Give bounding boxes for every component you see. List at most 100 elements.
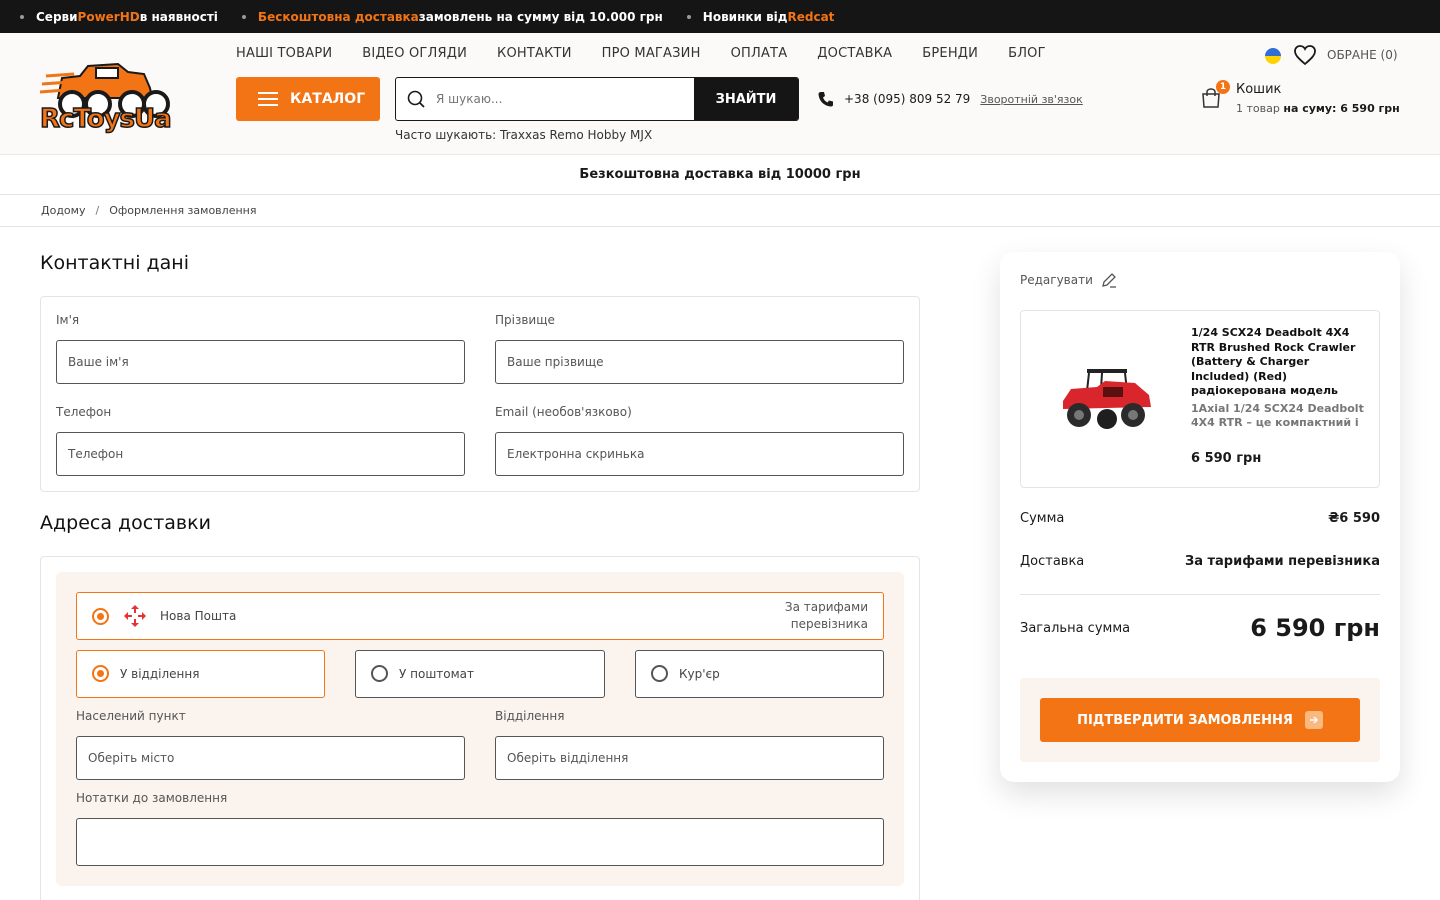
confirm-order-label: ПІДТВЕРДИТИ ЗАМОВЛЕННЯ: [1077, 712, 1293, 728]
brand-link[interactable]: Redcat: [788, 10, 835, 24]
nav-about[interactable]: ПРО МАГАЗИН: [602, 46, 701, 61]
first-name-input[interactable]: Ваше ім'я: [56, 340, 465, 384]
nav-delivery[interactable]: ДОСТАВКА: [817, 46, 892, 61]
site-logo[interactable]: RcToysUa: [39, 58, 182, 135]
option-courier[interactable]: Кур'єр: [635, 650, 884, 698]
cart-widget[interactable]: 1 Кошик 1 товар на суму: 6 590 грн: [1200, 80, 1400, 123]
main-nav: НАШІ ТОВАРИ ВІДЕО ОГЛЯДИ КОНТАКТИ ПРО МА…: [236, 46, 1076, 61]
phone-icon: [818, 92, 833, 107]
carrier-nova-poshta[interactable]: Нова Пошта За тарифами перевізника: [76, 592, 884, 640]
favorites-label: ОБРАНЕ (0): [1327, 48, 1398, 62]
branch-select[interactable]: Оберіть відділення: [495, 736, 884, 780]
announcement-free-delivery: Бескоштовна доставка замовлень на сумму …: [241, 9, 663, 24]
notes-label: Нотатки до замовлення: [76, 791, 228, 805]
phone-label: Телефон: [56, 405, 112, 419]
catalog-button[interactable]: КАТАЛОГ: [236, 77, 380, 121]
nav-blog[interactable]: БЛОГ: [1008, 46, 1046, 61]
menu-icon: [258, 92, 278, 106]
order-summary: Редагувати 1/24 SCX24 Deadbolt 4X4 RTR B…: [1000, 252, 1400, 782]
cart-count-badge: 1: [1216, 80, 1230, 94]
city-label: Населений пункт: [76, 709, 186, 723]
city-select[interactable]: Оберіть місто: [76, 736, 465, 780]
option-parcel-locker-radio[interactable]: [371, 665, 388, 682]
cart-summary: 1 товар на суму: 6 590 грн: [1236, 102, 1400, 115]
branch-label: Відділення: [495, 709, 565, 723]
bullet-icon: [241, 14, 246, 19]
last-name-input[interactable]: Ваше прізвище: [495, 340, 904, 384]
product-description: 1Axial 1/24 SCX24 Deadbolt 4X4 RTR – це …: [1191, 402, 1364, 429]
brand-link[interactable]: PowerHD: [78, 10, 140, 24]
phone-number[interactable]: +38 (095) 809 52 79: [844, 92, 970, 106]
announcement-text: Серви: [36, 9, 78, 24]
announcement-text: в наявності: [139, 9, 218, 24]
subtotal-row: Сумма ₴6 590: [1020, 511, 1380, 526]
nav-video-reviews[interactable]: ВІДЕО ОГЛЯДИ: [362, 46, 467, 61]
logo-text: RcToysUa: [39, 103, 172, 135]
edit-label: Редагувати: [1020, 273, 1093, 287]
breadcrumb: Додому / Оформлення замовлення: [0, 195, 1440, 227]
heart-icon: [1294, 45, 1316, 66]
product-title[interactable]: 1/24 SCX24 Deadbolt 4X4 RTR Brushed Rock…: [1191, 326, 1369, 399]
search-icon: [396, 78, 436, 120]
nav-payment[interactable]: ОПЛАТА: [731, 46, 788, 61]
nova-poshta-logo-icon: [124, 605, 146, 627]
delivery-label: Доставка: [1020, 554, 1085, 569]
contacts-heading: Контактні дані: [40, 252, 190, 274]
product-price: 6 590 грн: [1191, 451, 1262, 466]
announcement-servos: Серви PowerHD в наявності: [20, 10, 218, 24]
delivery-row: Доставка За тарифами перевізника: [1020, 554, 1380, 569]
callback-link[interactable]: Зворотній зв'язок: [980, 93, 1082, 106]
delivery-heading: Адреса доставки: [40, 512, 211, 534]
bullet-icon: [686, 14, 691, 19]
summary-divider: [1020, 594, 1380, 595]
option-branch-label: У відділення: [120, 667, 200, 681]
bullet-icon: [20, 14, 24, 19]
option-branch-radio[interactable]: [92, 665, 109, 682]
breadcrumb-current: Оформлення замовлення: [109, 204, 257, 217]
email-input[interactable]: Електронна скринька: [495, 432, 904, 476]
favorites-link[interactable]: ОБРАНЕ (0): [1293, 44, 1398, 66]
announcement-highlight: Бескоштовна доставка: [257, 9, 419, 24]
cart-product: 1/24 SCX24 Deadbolt 4X4 RTR Brushed Rock…: [1020, 310, 1380, 488]
option-branch[interactable]: У відділення: [76, 650, 325, 698]
top-announcement-bar: Серви PowerHD в наявності Бескоштовна до…: [0, 0, 1440, 33]
cart-title: Кошик: [1236, 82, 1282, 97]
search-button[interactable]: ЗНАЙТИ: [694, 78, 798, 120]
option-courier-radio[interactable]: [651, 665, 668, 682]
catalog-label: КАТАЛОГ: [290, 91, 366, 107]
confirm-panel: ПІДТВЕРДИТИ ЗАМОВЛЕННЯ: [1020, 678, 1380, 762]
nav-contacts[interactable]: КОНТАКТИ: [497, 46, 572, 61]
site-header: RcToysUa НАШІ ТОВАРИ ВІДЕО ОГЛЯДИ КОНТАК…: [0, 33, 1440, 155]
option-courier-label: Кур'єр: [679, 667, 720, 681]
announcement-new-arrivals: Новинки від Redcat: [686, 9, 835, 24]
confirm-order-button[interactable]: ПІДТВЕРДИТИ ЗАМОВЛЕННЯ: [1040, 698, 1360, 742]
nav-brands[interactable]: БРЕНДИ: [922, 46, 978, 61]
phone-input[interactable]: Телефон: [56, 432, 465, 476]
breadcrumb-home[interactable]: Додому: [41, 204, 85, 217]
nav-our-products[interactable]: НАШІ ТОВАРИ: [236, 46, 332, 61]
carrier-radio[interactable]: [92, 608, 109, 625]
first-name-label: Ім'я: [56, 313, 80, 327]
search-bar: ЗНАЙТИ: [395, 77, 799, 121]
email-label: Email (необов'язково): [495, 405, 632, 419]
announcement-text: замовлень на сумму від 10.000 грн: [418, 9, 663, 24]
notes-textarea[interactable]: [76, 818, 884, 866]
subtotal-value: ₴6 590: [1328, 511, 1380, 526]
edit-cart-link[interactable]: Редагувати: [1020, 272, 1117, 288]
total-label: Загальна сумма: [1020, 620, 1131, 636]
last-name-label: Прізвище: [495, 313, 555, 327]
subtotal-label: Сумма: [1020, 511, 1065, 526]
carrier-name: Нова Пошта: [160, 609, 237, 623]
search-input[interactable]: [436, 78, 694, 120]
total-value: 6 590 грн: [1250, 614, 1380, 642]
option-parcel-locker[interactable]: У поштомат: [355, 650, 605, 698]
pencil-icon: [1101, 273, 1116, 288]
product-image[interactable]: [1057, 361, 1157, 436]
delivery-value: За тарифами перевізника: [1184, 554, 1380, 569]
promo-banner: Безкоштовна доставка від 10000 грн: [0, 155, 1440, 195]
popular-searches: Часто шукають: Traxxas Remo Hobby MJX: [395, 128, 653, 142]
phone-contact: +38 (095) 809 52 79 Зворотній зв'язок: [818, 91, 1083, 107]
ukraine-flag-icon[interactable]: [1265, 48, 1281, 64]
option-parcel-locker-label: У поштомат: [399, 667, 475, 681]
announcement-text: Новинки від: [702, 9, 788, 24]
